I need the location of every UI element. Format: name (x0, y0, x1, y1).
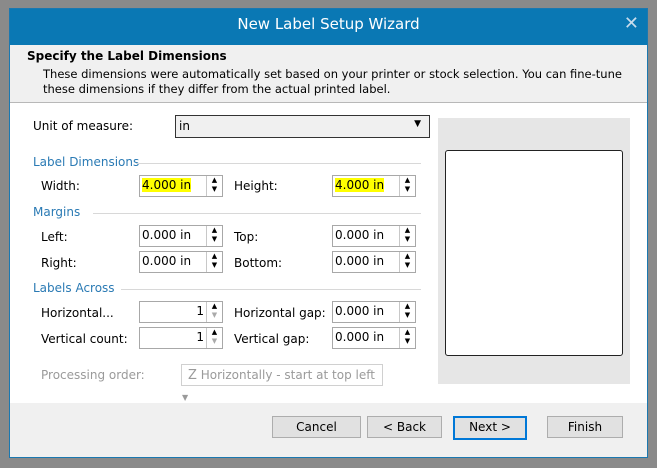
bottom-value: 0.000 in (335, 254, 385, 268)
section-label-dimensions: Label Dimensions (33, 155, 140, 169)
divider (121, 289, 421, 290)
width-field[interactable]: 4.000 in ▲ ▼ (139, 175, 223, 197)
height-value: 4.000 in (335, 178, 385, 192)
horizontal-count-value: 1 (196, 304, 204, 318)
top-margin-field[interactable]: 0.000 in ▲ ▼ (332, 225, 416, 247)
content: Unit of measure: in ▼ Label Dimensions Wi… (10, 103, 647, 403)
vertical-gap-field[interactable]: 0.000 in ▲ ▼ (332, 327, 416, 349)
horizontal-count-field[interactable]: 1 ▲ ▼ (139, 301, 223, 323)
right-margin-field[interactable]: 0.000 in ▲ ▼ (139, 251, 223, 273)
section-margins: Margins (33, 205, 81, 219)
chevron-down-icon: ▼ (182, 393, 189, 402)
horizontal-count-label: Horizontal... (41, 306, 114, 320)
header: Specify the Label Dimensions These dimen… (10, 45, 647, 103)
processing-order-select[interactable]: Z Horizontally - start at top left ▼ (181, 364, 383, 402)
width-label: Width: (41, 179, 80, 193)
spin-arrows-icon[interactable]: ▲ ▼ (399, 252, 415, 272)
left-value: 0.000 in (142, 228, 192, 242)
bottom-label: Bottom: (234, 256, 283, 270)
vertical-count-label: Vertical count: (41, 332, 128, 346)
height-label: Height: (234, 179, 278, 193)
divider (136, 163, 421, 164)
divider (93, 213, 421, 214)
right-label: Right: (41, 256, 77, 270)
title-bar: New Label Setup Wizard ✕ (10, 9, 647, 45)
vertical-count-value: 1 (196, 330, 204, 344)
left-label: Left: (41, 230, 68, 244)
vertical-count-field[interactable]: 1 ▲ ▼ (139, 327, 223, 349)
spin-arrows-icon[interactable]: ▲ ▼ (206, 328, 222, 348)
top-label: Top: (234, 230, 259, 244)
unit-value: in (179, 119, 190, 133)
spin-arrows-icon[interactable]: ▲ ▼ (399, 302, 415, 322)
page-description: These dimensions were automatically set … (43, 67, 622, 96)
horizontal-gap-label: Horizontal gap: (234, 306, 326, 320)
cancel-button[interactable]: Cancel (272, 416, 361, 438)
label-preview-panel (438, 118, 630, 384)
vertical-gap-value: 0.000 in (335, 330, 385, 344)
section-labels-across: Labels Across (33, 281, 115, 295)
spin-arrows-icon[interactable]: ▲ ▼ (399, 176, 415, 196)
left-margin-field[interactable]: 0.000 in ▲ ▼ (139, 225, 223, 247)
width-value: 4.000 in (142, 178, 192, 192)
unit-label: Unit of measure: (33, 119, 134, 133)
bottom-margin-field[interactable]: 0.000 in ▲ ▼ (332, 251, 416, 273)
next-button[interactable]: Next > (453, 416, 527, 440)
z-order-icon: Z (188, 368, 197, 383)
chevron-down-icon: ▼ (414, 119, 421, 129)
spin-arrows-icon[interactable]: ▲ ▼ (399, 226, 415, 246)
dialog-title: New Label Setup Wizard (237, 15, 420, 33)
spin-arrows-icon[interactable]: ▲ ▼ (206, 302, 222, 322)
spin-arrows-icon[interactable]: ▲ ▼ (206, 176, 222, 196)
top-value: 0.000 in (335, 228, 385, 242)
height-field[interactable]: 4.000 in ▲ ▼ (332, 175, 416, 197)
page-heading: Specify the Label Dimensions (27, 49, 227, 63)
wizard-dialog: New Label Setup Wizard ✕ Specify the Lab… (9, 8, 648, 458)
spin-arrows-icon[interactable]: ▲ ▼ (206, 226, 222, 246)
horizontal-gap-value: 0.000 in (335, 304, 385, 318)
label-preview (445, 150, 623, 356)
back-button[interactable]: < Back (367, 416, 442, 438)
processing-order-value: Horizontally - start at top left (200, 368, 375, 382)
spin-arrows-icon[interactable]: ▲ ▼ (206, 252, 222, 272)
close-icon[interactable]: ✕ (624, 11, 639, 37)
spin-arrows-icon[interactable]: ▲ ▼ (399, 328, 415, 348)
horizontal-gap-field[interactable]: 0.000 in ▲ ▼ (332, 301, 416, 323)
unit-select[interactable]: in ▼ (175, 115, 430, 138)
right-value: 0.000 in (142, 254, 192, 268)
finish-button[interactable]: Finish (547, 416, 623, 438)
processing-order-label: Processing order: (41, 368, 145, 382)
vertical-gap-label: Vertical gap: (234, 332, 310, 346)
